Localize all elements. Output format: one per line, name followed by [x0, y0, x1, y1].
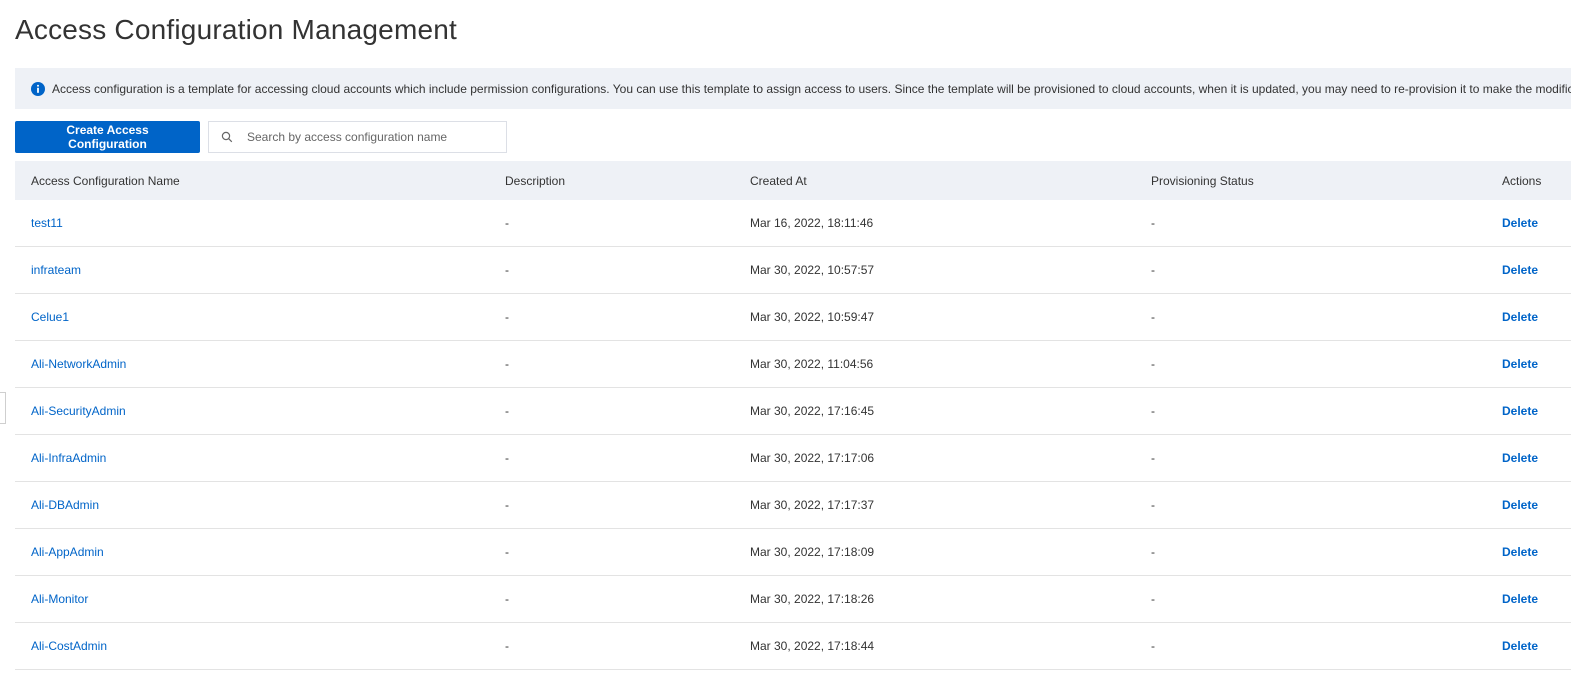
table-row: test11 - Mar 16, 2022, 18:11:46 - Delete — [15, 200, 1571, 247]
config-created-at: Mar 30, 2022, 17:16:45 — [750, 404, 875, 418]
config-description: - — [505, 404, 509, 418]
table-row: Ali-CostAdmin - Mar 30, 2022, 17:18:44 -… — [15, 623, 1571, 670]
table-row: infrateam - Mar 30, 2022, 10:57:57 - Del… — [15, 247, 1571, 294]
page: Access Configuration Management Access c… — [0, 0, 1571, 675]
search-icon — [221, 131, 233, 143]
config-name-link[interactable]: Ali-Monitor — [31, 576, 88, 622]
info-notice: Access configuration is a template for a… — [15, 68, 1571, 109]
config-provisioning-status: - — [1151, 639, 1155, 653]
table-row: Ali-AppAdmin - Mar 30, 2022, 17:18:09 - … — [15, 529, 1571, 576]
create-access-configuration-button[interactable]: Create Access Configuration — [15, 121, 200, 153]
config-description: - — [505, 263, 509, 277]
config-provisioning-status: - — [1151, 545, 1155, 559]
access-configuration-table: Access Configuration Name Description Cr… — [15, 161, 1571, 670]
side-panel-drag-handle[interactable] — [0, 392, 6, 424]
header-description: Description — [505, 173, 566, 188]
config-created-at: Mar 30, 2022, 11:04:56 — [750, 357, 874, 371]
config-description: - — [505, 216, 509, 230]
config-description: - — [505, 592, 509, 606]
header-created-at[interactable]: Created At — [750, 161, 807, 200]
config-provisioning-status: - — [1151, 216, 1155, 230]
table-row: Ali-NetworkAdmin - Mar 30, 2022, 11:04:5… — [15, 341, 1571, 388]
delete-link[interactable]: Delete — [1502, 200, 1538, 246]
config-provisioning-status: - — [1151, 310, 1155, 324]
delete-link[interactable]: Delete — [1502, 247, 1538, 293]
delete-link[interactable]: Delete — [1502, 529, 1538, 575]
config-provisioning-status: - — [1151, 592, 1155, 606]
config-created-at: Mar 30, 2022, 17:18:26 — [750, 592, 875, 606]
delete-link[interactable]: Delete — [1502, 435, 1538, 481]
config-name-link[interactable]: infrateam — [31, 247, 81, 293]
search-input[interactable] — [245, 129, 489, 145]
config-provisioning-status: - — [1151, 263, 1155, 277]
config-provisioning-status: - — [1151, 357, 1155, 371]
delete-link[interactable]: Delete — [1502, 482, 1538, 528]
config-created-at: Mar 30, 2022, 10:59:47 — [750, 310, 875, 324]
config-name-link[interactable]: Celue1 — [31, 294, 69, 340]
delete-link[interactable]: Delete — [1502, 341, 1538, 387]
config-description: - — [505, 451, 509, 465]
config-name-link[interactable]: Ali-InfraAdmin — [31, 435, 106, 481]
header-name[interactable]: Access Configuration Name — [31, 161, 180, 200]
config-name-link[interactable]: Ali-NetworkAdmin — [31, 341, 126, 387]
config-created-at: Mar 30, 2022, 17:17:06 — [750, 451, 875, 465]
config-created-at: Mar 30, 2022, 17:18:09 — [750, 545, 875, 559]
table-row: Celue1 - Mar 30, 2022, 10:59:47 - Delete — [15, 294, 1571, 341]
delete-link[interactable]: Delete — [1502, 623, 1538, 669]
config-created-at: Mar 30, 2022, 17:17:37 — [750, 498, 875, 512]
delete-link[interactable]: Delete — [1502, 576, 1538, 622]
config-name-link[interactable]: test11 — [31, 200, 63, 246]
notice-text: Access configuration is a template for a… — [52, 81, 1571, 96]
config-description: - — [505, 545, 509, 559]
config-description: - — [505, 498, 509, 512]
table-row: Ali-DBAdmin - Mar 30, 2022, 17:17:37 - D… — [15, 482, 1571, 529]
config-name-link[interactable]: Ali-AppAdmin — [31, 529, 104, 575]
table-row: Ali-InfraAdmin - Mar 30, 2022, 17:17:06 … — [15, 435, 1571, 482]
config-created-at: Mar 30, 2022, 17:18:44 — [750, 639, 875, 653]
table-row: Ali-Monitor - Mar 30, 2022, 17:18:26 - D… — [15, 576, 1571, 623]
toolbar: Create Access Configuration — [15, 121, 507, 153]
config-provisioning-status: - — [1151, 451, 1155, 465]
table-header: Access Configuration Name Description Cr… — [15, 161, 1571, 200]
info-icon — [31, 81, 45, 96]
config-name-link[interactable]: Ali-CostAdmin — [31, 623, 107, 669]
config-name-link[interactable]: Ali-SecurityAdmin — [31, 388, 126, 434]
config-description: - — [505, 310, 509, 324]
config-provisioning-status: - — [1151, 498, 1155, 512]
page-title: Access Configuration Management — [15, 14, 457, 45]
delete-link[interactable]: Delete — [1502, 294, 1538, 340]
table-row: Ali-SecurityAdmin - Mar 30, 2022, 17:16:… — [15, 388, 1571, 435]
config-created-at: Mar 30, 2022, 10:57:57 — [750, 263, 875, 277]
config-created-at: Mar 16, 2022, 18:11:46 — [750, 216, 874, 230]
search-box[interactable] — [208, 121, 507, 153]
header-actions: Actions — [1502, 173, 1542, 188]
delete-link[interactable]: Delete — [1502, 388, 1538, 434]
config-description: - — [505, 357, 509, 371]
config-description: - — [505, 639, 509, 653]
config-provisioning-status: - — [1151, 404, 1155, 418]
header-provisioning-status: Provisioning Status — [1151, 173, 1254, 188]
config-name-link[interactable]: Ali-DBAdmin — [31, 482, 99, 528]
